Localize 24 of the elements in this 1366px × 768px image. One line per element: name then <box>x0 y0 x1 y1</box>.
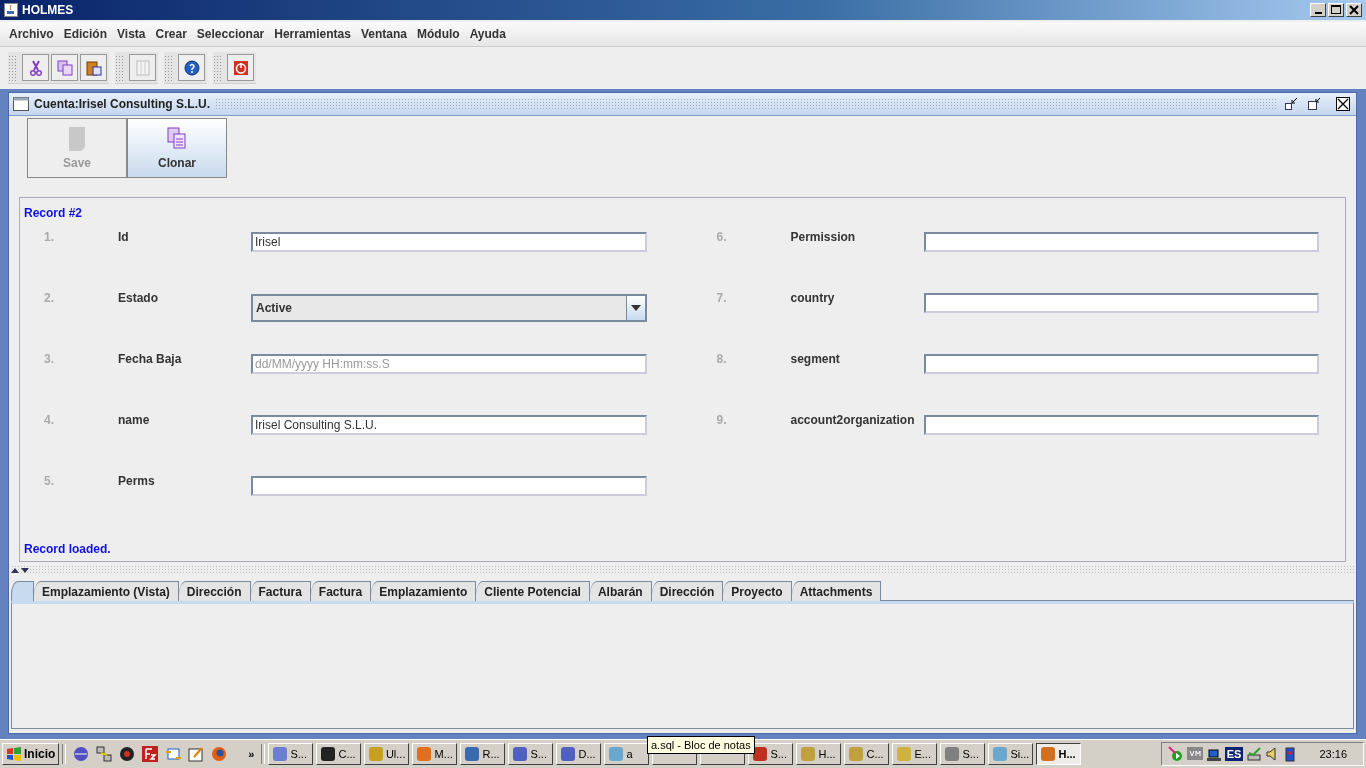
frame-title: Cuenta:Irisel Consulting S.L.U. <box>34 97 210 111</box>
tooltip: a.sql - Bloc de notas <box>647 736 755 754</box>
field-number: 5. <box>44 473 55 488</box>
field-number: 8. <box>716 351 728 366</box>
field-number: 4. <box>44 412 55 427</box>
field-label: segment <box>790 351 841 366</box>
window-title: HOLMES <box>22 3 74 17</box>
field-label: Fecha Baja <box>118 351 183 366</box>
field-label: Id <box>118 229 130 244</box>
status-message: Record loaded. <box>24 542 111 556</box>
field-label: Perms <box>118 473 156 488</box>
field-number: 2. <box>44 290 55 305</box>
field-label: country <box>790 290 836 305</box>
field-number: 9. <box>716 412 728 427</box>
record-header: Record #2 <box>24 206 83 220</box>
field-number: 6. <box>716 229 728 244</box>
field-number: 1. <box>44 229 55 244</box>
field-label: name <box>118 412 151 427</box>
field-label: Estado <box>118 290 159 305</box>
field-number: 3. <box>44 351 55 366</box>
field-label: Permission <box>790 229 857 244</box>
field-label: account2organization <box>790 412 916 427</box>
clock: 23:16 <box>1319 748 1347 760</box>
field-number: 7. <box>716 290 728 305</box>
